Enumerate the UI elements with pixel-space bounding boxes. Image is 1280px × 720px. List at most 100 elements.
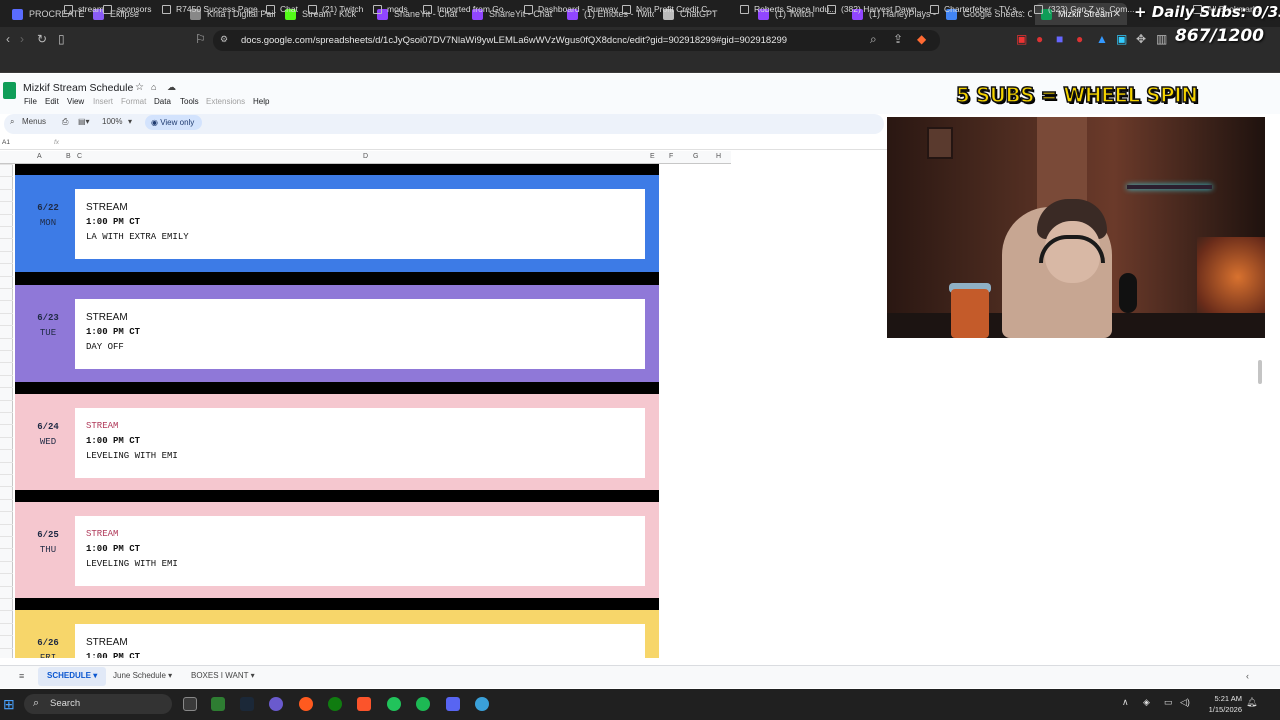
vertical-scrollbar[interactable] <box>1258 360 1262 384</box>
tray-app-icon[interactable]: ◈ <box>1143 697 1150 708</box>
sheets-logo-icon[interactable] <box>3 82 16 99</box>
zoom-select[interactable]: 100% <box>102 117 122 126</box>
column-c-header[interactable]: C <box>77 153 82 160</box>
menu-edit[interactable]: Edit <box>45 97 59 106</box>
chat-app-icon[interactable] <box>269 697 283 711</box>
paint-format-icon[interactable]: ▤▾ <box>78 117 90 126</box>
bookmark-item[interactable]: (382) Harvest Dawn... <box>827 4 924 14</box>
column-f-header[interactable]: F <box>669 153 673 160</box>
extension-icon-6[interactable]: ▣ <box>1116 32 1127 46</box>
column-d-header[interactable]: D <box>363 153 368 160</box>
origin-icon[interactable] <box>299 697 313 711</box>
bookmark-item[interactable]: sponsors <box>103 4 152 14</box>
bookmark-item[interactable]: stream <box>64 4 104 14</box>
schedule-card[interactable] <box>75 516 645 586</box>
taskbar-search[interactable]: Search <box>24 694 172 714</box>
browser-globe-icon[interactable] <box>475 697 489 711</box>
sheet-tab[interactable]: BOXES I WANT ▾ <box>191 671 255 680</box>
bookmark-item[interactable]: (21) Twitch <box>308 4 363 14</box>
row-gridline <box>0 585 13 587</box>
all-sheets-icon[interactable]: ≡ <box>19 671 24 681</box>
menu-view[interactable]: View <box>67 97 84 106</box>
schedule-card[interactable] <box>75 624 645 658</box>
sheet-tab[interactable]: SCHEDULE ▾ <box>47 671 97 680</box>
print-icon[interactable]: ⎙ <box>62 117 68 127</box>
explore-icon[interactable]: ‹ <box>1246 671 1249 681</box>
column-g-header[interactable]: G <box>693 153 698 160</box>
bookmark-item[interactable]: Roberts Space Indu... <box>740 4 836 14</box>
view-only-label: View only <box>160 118 195 127</box>
app-green-icon[interactable] <box>387 697 401 711</box>
extension-icon-2[interactable]: ● <box>1036 32 1043 46</box>
search-menus-icon[interactable]: ⌕ <box>10 117 14 127</box>
file-explorer-icon[interactable] <box>211 697 225 711</box>
extension-icon-4[interactable]: ● <box>1076 32 1083 46</box>
move-icon[interactable]: ⌂ <box>151 82 156 92</box>
menu-insert[interactable]: Insert <box>93 97 113 106</box>
extension-icon-5[interactable]: ▲ <box>1096 32 1108 46</box>
bookmark-item[interactable]: Non Profit Credit C... <box>622 4 714 14</box>
site-info-icon[interactable]: ⚙ <box>220 34 228 45</box>
brave-shield-icon[interactable]: ◆ <box>917 32 926 46</box>
xbox-icon[interactable] <box>328 697 342 711</box>
row-gridline <box>0 213 13 215</box>
menu-extensions[interactable]: Extensions <box>206 97 245 106</box>
zoom-chevron-icon[interactable]: ▾ <box>128 117 132 126</box>
menu-tools[interactable]: Tools <box>180 97 199 106</box>
spotify-icon[interactable] <box>416 697 430 711</box>
sheet-tab-chevron-icon[interactable]: ▾ <box>166 671 172 680</box>
extension-icon-1[interactable]: ▣ <box>1016 32 1027 46</box>
sheet-tab-chevron-icon[interactable]: ▾ <box>248 671 255 680</box>
sheet-tab-chevron-icon[interactable]: ▾ <box>91 671 97 680</box>
schedule-card[interactable] <box>75 189 645 259</box>
sidebar-icon[interactable]: ▯ <box>58 32 65 46</box>
reload-icon[interactable]: ↻ <box>37 32 47 46</box>
taskbar-clock[interactable]: 5:21 AM 1/15/2026 <box>1200 693 1242 715</box>
menu-file[interactable]: File <box>24 97 37 106</box>
bookmark-item[interactable]: Charterfeber - TV-s... <box>930 4 1024 14</box>
task-view-icon[interactable] <box>183 697 197 711</box>
menu-format[interactable]: Format <box>121 97 146 106</box>
bookmark-item[interactable]: mods <box>373 4 408 14</box>
url-field[interactable]: docs.google.com/spreadsheets/d/1cJyQsoi0… <box>213 30 940 51</box>
webcam-feed <box>887 117 1265 338</box>
document-title[interactable]: Mizkif Stream Schedule <box>23 82 133 94</box>
menu-data[interactable]: Data <box>154 97 171 106</box>
sidebar-panel-icon[interactable]: ▥ <box>1156 32 1167 46</box>
star-icon[interactable]: ☆ <box>135 82 144 93</box>
steam-icon[interactable] <box>240 697 254 711</box>
column-h-header[interactable]: H <box>716 153 721 160</box>
windows-start-icon[interactable]: ⊞ <box>3 696 15 713</box>
network-icon[interactable]: ▭ <box>1164 697 1173 708</box>
weekday-label: THU <box>39 545 57 555</box>
column-e-header[interactable]: E <box>650 153 655 160</box>
bookmark-item[interactable]: (323) Gen Z vs. Com... <box>1034 4 1134 14</box>
bookmark-item[interactable]: Dashboard - Runway <box>524 4 618 14</box>
bookmark-icon[interactable]: ⚐ <box>195 32 206 46</box>
volume-icon[interactable]: ◁) <box>1180 697 1190 708</box>
tray-overflow-icon[interactable]: ∧ <box>1122 697 1129 708</box>
zoom-icon[interactable]: ⌕ <box>870 32 877 47</box>
notification-bell-icon[interactable]: 🔔︎ <box>1246 697 1257 708</box>
event-type: STREAM <box>86 637 128 648</box>
discord-icon[interactable] <box>446 697 460 711</box>
forward-icon[interactable]: › <box>20 32 24 46</box>
share-icon[interactable]: ⇪ <box>893 32 903 46</box>
cell-reference[interactable]: A1 <box>2 139 10 146</box>
sheet-tab[interactable]: June Schedule ▾ <box>113 671 172 680</box>
bookmark-item[interactable]: Chat <box>266 4 298 14</box>
schedule-card[interactable] <box>75 408 645 478</box>
bookmark-item[interactable]: Imported from Go... <box>423 4 511 14</box>
back-icon[interactable]: ‹ <box>6 32 10 46</box>
extensions-puzzle-icon[interactable]: ✥ <box>1136 32 1146 46</box>
bookmark-item[interactable]: R7450 Success Page... <box>162 4 265 14</box>
brave-icon[interactable] <box>357 697 371 711</box>
column-b-header[interactable]: B <box>66 153 71 160</box>
column-a-header[interactable]: A <box>37 153 42 160</box>
view-only-button[interactable]: ◉ View only <box>145 115 203 130</box>
menu-help[interactable]: Help <box>253 97 269 106</box>
schedule-card[interactable] <box>75 299 645 369</box>
extension-icon-3[interactable]: ■ <box>1056 32 1063 46</box>
search-menus-label[interactable]: Menus <box>22 117 46 126</box>
cloud-status-icon[interactable]: ☁ <box>167 82 176 93</box>
